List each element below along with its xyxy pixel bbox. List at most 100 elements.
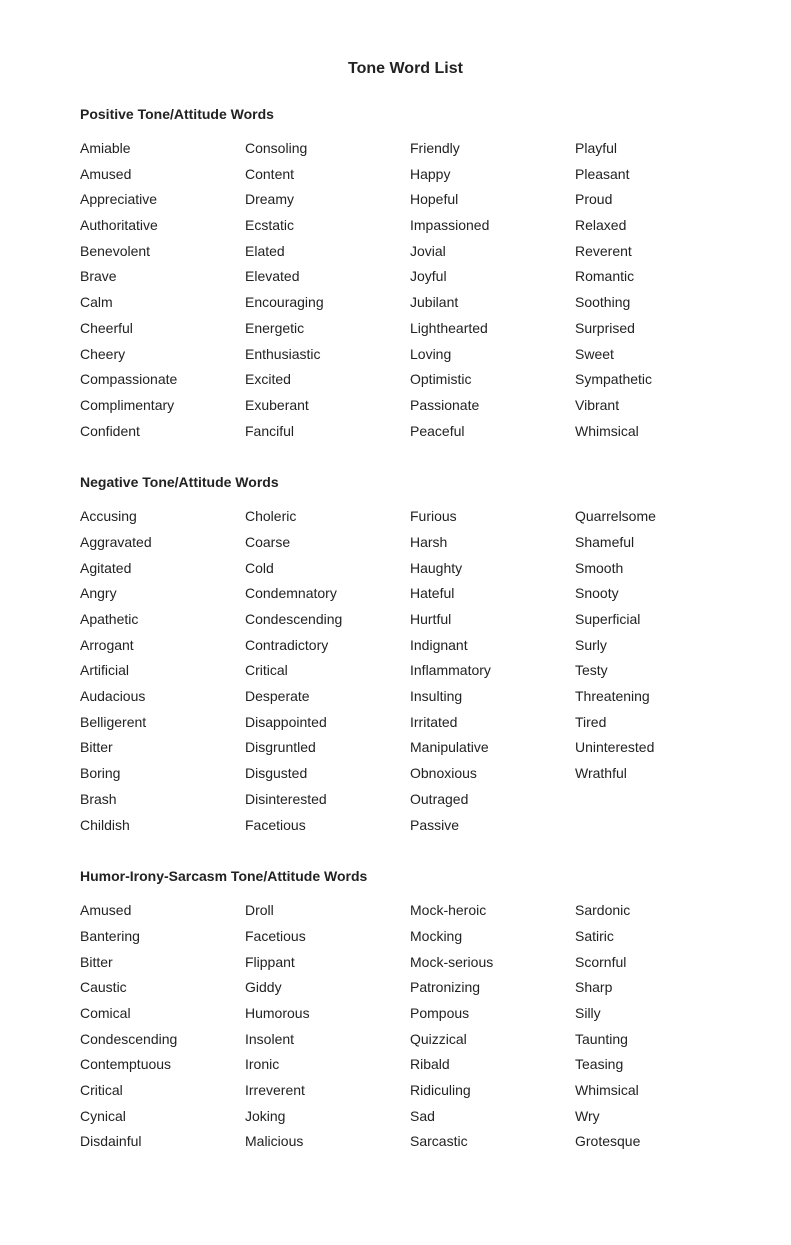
word-item: Playful	[575, 138, 740, 160]
word-item: Whimsical	[575, 421, 740, 443]
word-item: Obnoxious	[410, 763, 575, 785]
word-item: Agitated	[80, 558, 245, 580]
word-item: Tired	[575, 712, 740, 734]
word-item: Inflammatory	[410, 660, 575, 682]
word-item: Authoritative	[80, 215, 245, 237]
section-heading-1: Negative Tone/Attitude Words	[80, 474, 731, 490]
section-0: Positive Tone/Attitude WordsAmiableConso…	[80, 106, 731, 442]
word-item: Contemptuous	[80, 1054, 245, 1076]
word-item: Vibrant	[575, 395, 740, 417]
word-item: Complimentary	[80, 395, 245, 417]
word-item: Irritated	[410, 712, 575, 734]
word-item: Amused	[80, 164, 245, 186]
word-item: Quizzical	[410, 1029, 575, 1051]
section-1: Negative Tone/Attitude WordsAccusingChol…	[80, 474, 731, 836]
word-item: Scornful	[575, 952, 740, 974]
word-item: Silly	[575, 1003, 740, 1025]
word-item: Quarrelsome	[575, 506, 740, 528]
word-item: Cold	[245, 558, 410, 580]
word-item: Teasing	[575, 1054, 740, 1076]
word-item: Coarse	[245, 532, 410, 554]
word-item: Caustic	[80, 977, 245, 999]
word-item: Humorous	[245, 1003, 410, 1025]
word-item: Satiric	[575, 926, 740, 948]
word-item: Consoling	[245, 138, 410, 160]
word-item: Disgruntled	[245, 737, 410, 759]
word-item: Choleric	[245, 506, 410, 528]
word-item: Content	[245, 164, 410, 186]
word-item: Bantering	[80, 926, 245, 948]
word-item: Happy	[410, 164, 575, 186]
word-item: Encouraging	[245, 292, 410, 314]
word-item: Indignant	[410, 635, 575, 657]
word-item: Passive	[410, 815, 575, 837]
word-item: Loving	[410, 344, 575, 366]
word-item: Angry	[80, 583, 245, 605]
word-item: Jovial	[410, 241, 575, 263]
word-item: Childish	[80, 815, 245, 837]
word-item: Elevated	[245, 266, 410, 288]
word-item: Aggravated	[80, 532, 245, 554]
word-item: Reverent	[575, 241, 740, 263]
word-item: Facetious	[245, 815, 410, 837]
word-item: Sarcastic	[410, 1131, 575, 1153]
word-item: Surly	[575, 635, 740, 657]
word-item: Romantic	[575, 266, 740, 288]
word-item: Hurtful	[410, 609, 575, 631]
word-item: Disdainful	[80, 1131, 245, 1153]
word-item: Grotesque	[575, 1131, 740, 1153]
word-item: Ecstatic	[245, 215, 410, 237]
word-item: Droll	[245, 900, 410, 922]
word-item: Mock-serious	[410, 952, 575, 974]
word-item: Brave	[80, 266, 245, 288]
word-item: Disgusted	[245, 763, 410, 785]
word-item: Critical	[80, 1080, 245, 1102]
word-item	[575, 815, 740, 837]
word-item: Cheery	[80, 344, 245, 366]
section-heading-0: Positive Tone/Attitude Words	[80, 106, 731, 122]
word-item: Joyful	[410, 266, 575, 288]
word-item: Testy	[575, 660, 740, 682]
word-item: Mocking	[410, 926, 575, 948]
word-item: Taunting	[575, 1029, 740, 1051]
word-item: Dreamy	[245, 189, 410, 211]
word-item: Optimistic	[410, 369, 575, 391]
word-item: Relaxed	[575, 215, 740, 237]
word-item: Soothing	[575, 292, 740, 314]
word-item: Snooty	[575, 583, 740, 605]
word-item: Brash	[80, 789, 245, 811]
word-item: Sweet	[575, 344, 740, 366]
word-item: Proud	[575, 189, 740, 211]
word-item: Exuberant	[245, 395, 410, 417]
word-item: Mock-heroic	[410, 900, 575, 922]
word-item: Wry	[575, 1106, 740, 1128]
word-item: Condescending	[80, 1029, 245, 1051]
word-item: Enthusiastic	[245, 344, 410, 366]
word-item: Sympathetic	[575, 369, 740, 391]
word-item: Disinterested	[245, 789, 410, 811]
word-item: Insulting	[410, 686, 575, 708]
word-item: Fanciful	[245, 421, 410, 443]
word-item: Uninterested	[575, 737, 740, 759]
word-item: Appreciative	[80, 189, 245, 211]
word-item: Giddy	[245, 977, 410, 999]
word-item: Sad	[410, 1106, 575, 1128]
word-item: Benevolent	[80, 241, 245, 263]
word-item: Jubilant	[410, 292, 575, 314]
word-item: Comical	[80, 1003, 245, 1025]
word-item: Harsh	[410, 532, 575, 554]
word-item: Arrogant	[80, 635, 245, 657]
word-item: Threatening	[575, 686, 740, 708]
word-item: Audacious	[80, 686, 245, 708]
word-item: Patronizing	[410, 977, 575, 999]
word-item: Ribald	[410, 1054, 575, 1076]
word-item: Manipulative	[410, 737, 575, 759]
word-item: Bitter	[80, 737, 245, 759]
section-heading-2: Humor-Irony-Sarcasm Tone/Attitude Words	[80, 868, 731, 884]
word-item: Irreverent	[245, 1080, 410, 1102]
word-item: Energetic	[245, 318, 410, 340]
word-item: Condescending	[245, 609, 410, 631]
word-item: Superficial	[575, 609, 740, 631]
page-title: Tone Word List	[80, 60, 731, 78]
word-item: Confident	[80, 421, 245, 443]
